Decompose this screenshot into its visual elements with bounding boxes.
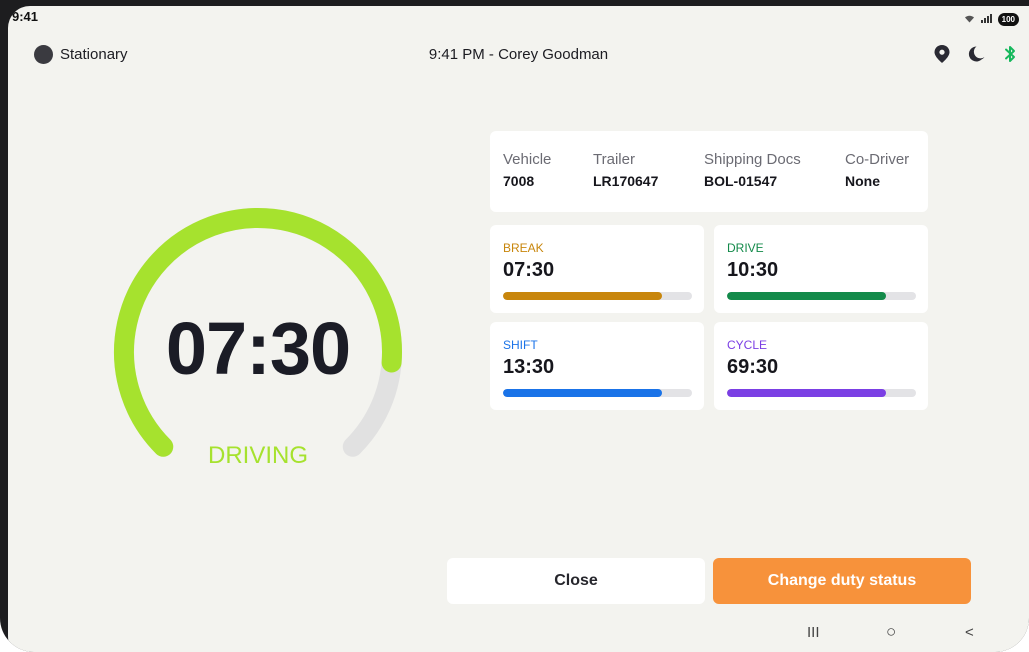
location-pin-icon[interactable]	[933, 44, 951, 69]
cycle-progress-track	[727, 389, 916, 397]
drive-label: DRIVE	[727, 241, 764, 255]
drive-value: 10:30	[727, 259, 779, 281]
co-driver-label: Co-Driver	[845, 151, 910, 168]
shift-progress-track	[503, 389, 692, 397]
drive-progress-fill	[727, 292, 886, 300]
shipping-docs-label: Shipping Docs	[704, 151, 801, 168]
header-actions	[933, 44, 1017, 69]
screen: 9:41 100 Stationary 9:41 PM - Corey Good…	[8, 6, 1029, 652]
vehicle-info: Vehicle 7008	[503, 151, 551, 189]
break-value: 07:30	[503, 259, 555, 281]
vehicle-label: Vehicle	[503, 151, 552, 168]
recent-apps-icon[interactable]: III	[807, 624, 820, 641]
break-progress-fill	[503, 292, 662, 300]
vehicle-info-card: Vehicle 7008 Trailer LR170647 Shipping D…	[490, 131, 928, 212]
trailer-label: Trailer	[593, 151, 635, 168]
battery-icon: 100	[997, 12, 1019, 26]
signal-icon	[980, 10, 992, 28]
home-icon[interactable]: ○	[886, 622, 896, 642]
shift-stat-card: SHIFT 13:30	[490, 322, 704, 410]
system-time: 9:41	[12, 9, 39, 24]
break-progress-track	[503, 292, 692, 300]
trailer-info: Trailer LR170647	[593, 151, 658, 189]
trailer-value: LR170647	[593, 173, 659, 189]
break-stat-card: BREAK 07:30	[490, 225, 704, 313]
device-frame: 9:41 100 Stationary 9:41 PM - Corey Good…	[0, 0, 1029, 652]
shift-progress-fill	[503, 389, 662, 397]
cycle-progress-fill	[727, 389, 886, 397]
co-driver-value: None	[845, 173, 880, 189]
vehicle-value: 7008	[503, 173, 535, 189]
bluetooth-icon[interactable]	[1003, 44, 1017, 69]
shift-value: 13:30	[503, 356, 555, 378]
system-icons: 100	[964, 10, 1019, 28]
back-icon[interactable]: <	[965, 624, 974, 641]
shift-label: SHIFT	[503, 338, 538, 352]
close-button[interactable]: Close	[447, 558, 705, 604]
drive-stat-card: DRIVE 10:30	[714, 225, 928, 313]
change-duty-status-button[interactable]: Change duty status	[713, 558, 971, 604]
cycle-value: 69:30	[727, 356, 779, 378]
wifi-icon	[964, 10, 975, 28]
header-title: 9:41 PM - Corey Goodman	[428, 46, 609, 63]
cycle-stat-card: CYCLE 69:30	[714, 322, 928, 410]
cycle-label: CYCLE	[727, 338, 768, 352]
drive-progress-track	[727, 292, 916, 300]
shipping-docs-info: Shipping Docs BOL-01547	[704, 151, 801, 189]
break-label: BREAK	[503, 241, 544, 255]
gauge-duty-status: DRIVING	[207, 442, 308, 469]
co-driver-info: Co-Driver None	[845, 151, 909, 189]
shipping-docs-value: BOL-01547	[704, 173, 778, 189]
app-header: Stationary 9:41 PM - Corey Goodman	[8, 42, 1029, 66]
moon-icon[interactable]	[967, 44, 987, 69]
system-status-bar: 9:41 100	[8, 6, 1029, 28]
gauge-time-remaining: 07:30	[165, 307, 351, 390]
android-nav-bar: III ○ <	[8, 622, 1029, 648]
